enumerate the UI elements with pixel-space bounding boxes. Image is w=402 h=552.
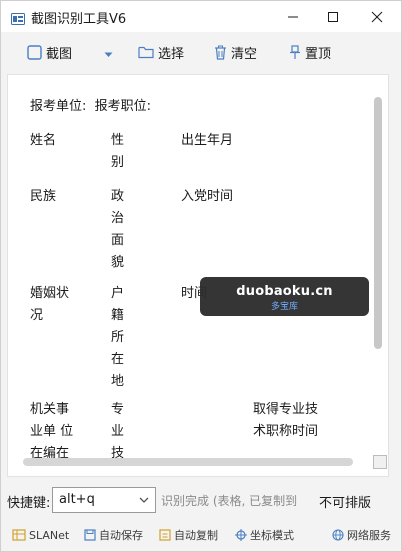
recognition-status: 识别完成 (表格, 已复制到: [161, 494, 297, 508]
pin-button[interactable]: 置顶: [289, 42, 331, 62]
network-service-label: 网络服务: [347, 529, 391, 542]
app-window: 截图识别工具V6 截图 选择 清空 置顶 报考单位: 报考职位: 姓名 性 别 …: [0, 0, 402, 552]
capture-mode-dropdown[interactable]: [104, 45, 117, 65]
result-cell: 民族: [30, 189, 57, 204]
horizontal-scroll-thumb[interactable]: [23, 458, 353, 466]
slanet-toggle[interactable]: SLANet: [12, 526, 69, 544]
autosave-label: 自动保存: [99, 529, 143, 542]
result-cell: 政 治 面 貌: [111, 189, 125, 270]
capture-label: 截图: [46, 46, 73, 62]
close-icon: [371, 11, 383, 22]
folder-icon: [138, 46, 154, 59]
hotkey-select[interactable]: alt+q: [52, 487, 156, 513]
autocopy-toggle[interactable]: 自动复制: [159, 526, 218, 544]
result-cell: 取得专业技 术职称时间: [253, 402, 319, 439]
scrollbar-corner: [373, 455, 387, 469]
crosshair-icon: [235, 529, 247, 541]
result-cell: 姓名: [30, 133, 57, 148]
save-icon: [84, 529, 96, 541]
network-service-toggle[interactable]: 网络服务: [332, 526, 391, 544]
pin-label: 置顶: [305, 46, 332, 62]
trash-icon: [215, 45, 226, 60]
close-button[interactable]: [355, 1, 399, 32]
capture-icon: [27, 44, 42, 60]
select-label: 选择: [158, 46, 185, 62]
globe-icon: [332, 529, 344, 541]
watermark-overlay: duobaoku.cn 多宝库: [200, 277, 369, 316]
status-bar: SLANet 自动保存 自动复制 坐标模式 网络服务: [1, 519, 401, 551]
result-cell: 户 籍 所 在 地: [111, 286, 125, 389]
app-logo-icon: [11, 10, 25, 25]
clear-button[interactable]: 清空: [214, 42, 257, 62]
chevron-down-icon: [139, 497, 149, 503]
autosave-toggle[interactable]: 自动保存: [84, 526, 143, 544]
coordinate-mode-toggle[interactable]: 坐标模式: [235, 526, 294, 544]
horizontal-scrollbar[interactable]: [9, 455, 371, 469]
maximize-icon: [328, 11, 338, 22]
select-button[interactable]: 选择: [138, 42, 184, 62]
result-cell: 婚姻状 况: [30, 286, 70, 323]
table-icon: [12, 529, 26, 541]
result-cell: 入党时间: [181, 189, 234, 204]
minimize-button[interactable]: [271, 1, 315, 32]
hotkey-value: alt+q: [59, 492, 95, 507]
result-cell: 性 别: [111, 133, 125, 170]
capture-button[interactable]: 截图: [27, 42, 72, 62]
minimize-icon: [288, 16, 298, 17]
result-text-area[interactable]: 报考单位: 报考职位: 姓名 性 别 出生年月 民族 政 治 面 貌 入党时间 …: [7, 74, 389, 477]
autocopy-label: 自动复制: [174, 529, 218, 542]
no-layout-button[interactable]: 不可排版: [319, 492, 371, 511]
options-row: 快捷键: alt+q 识别完成 (表格, 已复制到 不可排版: [1, 485, 401, 515]
window-title: 截图识别工具V6: [31, 12, 127, 27]
watermark-subtitle: 多宝库: [270, 302, 298, 312]
hotkey-label: 快捷键:: [7, 496, 51, 511]
title-bar: 截图识别工具V6: [1, 1, 401, 32]
result-cell: 出生年月: [181, 133, 234, 148]
maximize-button[interactable]: [311, 1, 355, 32]
pin-icon: [290, 44, 300, 59]
header-line: 报考单位: 报考职位:: [30, 99, 152, 114]
slanet-label: SLANet: [29, 528, 70, 542]
toolbar: 截图 选择 清空 置顶: [1, 32, 401, 72]
vertical-scrollbar[interactable]: [371, 81, 385, 453]
coordinate-mode-label: 坐标模式: [250, 529, 294, 542]
watermark-domain: duobaoku.cn: [236, 284, 333, 299]
vertical-scroll-thumb[interactable]: [374, 97, 382, 349]
clear-label: 清空: [231, 46, 258, 62]
chevron-down-icon: [104, 52, 113, 57]
copy-icon: [159, 529, 171, 541]
